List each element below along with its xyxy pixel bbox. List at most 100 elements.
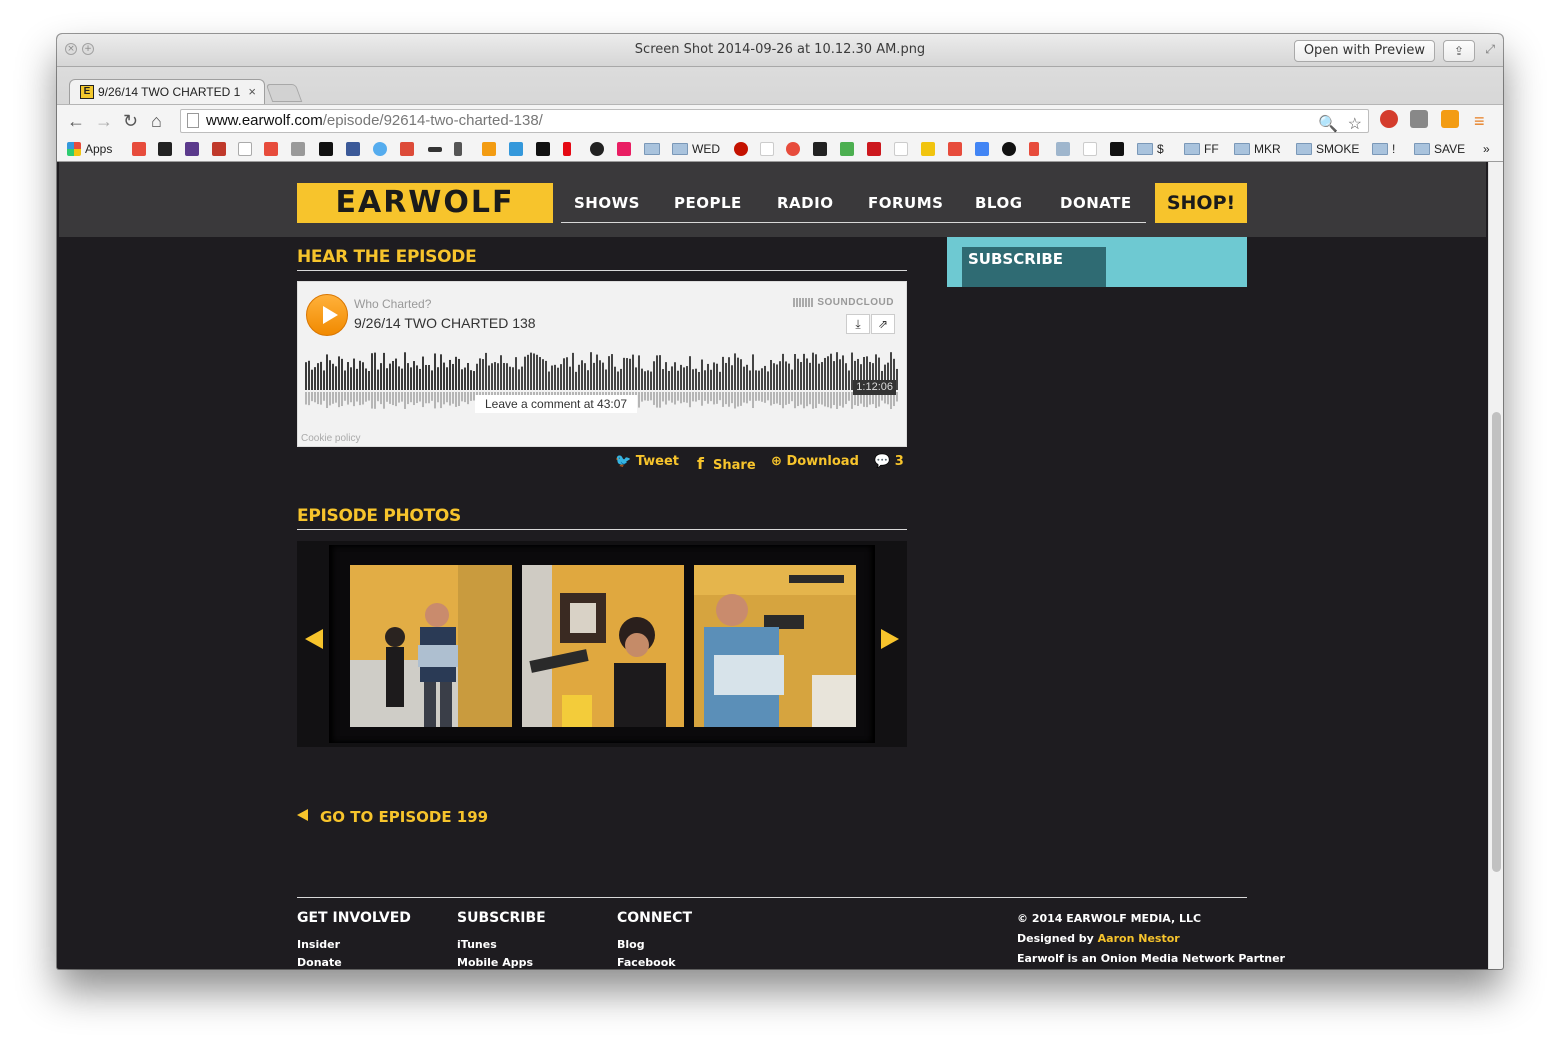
bookmark-lmgtfy[interactable] — [1083, 141, 1101, 157]
player-track[interactable]: 9/26/14 TWO CHARTED 138 — [354, 315, 536, 331]
nav-shows[interactable]: SHOWS — [574, 194, 640, 212]
back-icon[interactable]: ← — [67, 111, 85, 132]
bookmark-bang[interactable]: ! — [1372, 141, 1395, 157]
search-zoom-icon[interactable]: 🔍 — [1318, 114, 1338, 136]
gallery-next-icon[interactable] — [881, 629, 899, 649]
bookmark-sun[interactable] — [921, 141, 939, 157]
bookmark-maps[interactable] — [840, 141, 858, 157]
bookmark-netflix[interactable] — [563, 141, 575, 157]
bookmark-c[interactable] — [536, 141, 554, 157]
amazon-extension-icon[interactable] — [1441, 110, 1459, 128]
open-with-preview-button[interactable]: Open with Preview — [1293, 40, 1435, 62]
footer-link-donate[interactable]: Donate — [297, 956, 342, 969]
download-link[interactable]: ⊕ Download — [771, 454, 859, 469]
earwolf-logo[interactable]: EARWOLF — [297, 183, 553, 223]
episode-photo[interactable] — [350, 565, 512, 727]
bookmark-heart[interactable] — [617, 141, 635, 157]
home-icon[interactable]: ⌂ — [151, 111, 162, 132]
bookmark-tomato[interactable] — [786, 141, 804, 157]
adblock-extension-icon[interactable] — [1380, 110, 1398, 128]
footer-link-blog[interactable]: Blog — [617, 938, 645, 951]
bookmark-digg[interactable] — [158, 141, 176, 157]
bookmark-g-blue[interactable] — [975, 141, 993, 157]
bookmark-circle-red[interactable] — [948, 141, 966, 157]
bookmark-d[interactable] — [264, 141, 282, 157]
bookmarks-overflow[interactable]: » — [1483, 141, 1490, 157]
nav-radio[interactable]: RADIO — [777, 194, 833, 212]
bookmark-psfk[interactable] — [185, 141, 203, 157]
cookie-policy-link[interactable]: Cookie policy — [301, 433, 360, 444]
wikipedia-icon — [894, 142, 908, 156]
bookmark-save[interactable]: SAVE — [1414, 141, 1465, 157]
bookmark-facebook[interactable] — [346, 141, 364, 157]
bookmark-chair[interactable] — [454, 141, 466, 157]
comments-link[interactable]: 💬 3 — [874, 454, 904, 469]
forward-icon[interactable]: → — [95, 111, 113, 132]
play-icon[interactable] — [306, 294, 348, 336]
bookmark-t-black[interactable] — [1110, 141, 1128, 157]
subscribe-heading[interactable]: SUBSCRIBE — [962, 247, 1106, 287]
bookmark-record[interactable] — [1002, 141, 1020, 157]
bookmark-youtube[interactable] — [867, 141, 885, 157]
bookmark-eater[interactable] — [212, 141, 230, 157]
tweet-label: Tweet — [635, 454, 680, 469]
bookmark-g[interactable] — [291, 141, 309, 157]
bookmark-ff[interactable]: FF — [1184, 141, 1219, 157]
bookmark-t[interactable] — [319, 141, 337, 157]
gallery-prev-icon[interactable] — [305, 629, 323, 649]
scrollbar-thumb[interactable] — [1492, 412, 1501, 872]
bookmark-doc[interactable] — [1056, 141, 1074, 157]
bookmark-folder[interactable] — [644, 141, 664, 157]
address-bar[interactable]: www.earwolf.com/episode/92614-two-charte… — [180, 109, 1369, 133]
episode-photo[interactable] — [522, 565, 684, 727]
star-icon[interactable]: ☆ — [1348, 114, 1362, 136]
bookmark-e[interactable] — [1029, 141, 1043, 157]
footer-link-itunes[interactable]: iTunes — [457, 938, 497, 951]
new-tab-button[interactable] — [265, 84, 303, 102]
bookmark-smoke[interactable]: SMOKE — [1296, 141, 1359, 157]
bookmark-yelp[interactable] — [734, 141, 752, 157]
bookmark-up[interactable] — [482, 141, 500, 157]
download-icon[interactable]: ⤓ — [846, 314, 870, 334]
bookmark-amazon[interactable] — [760, 141, 778, 157]
bookmark-wikipedia[interactable] — [894, 141, 912, 157]
tab-close-icon[interactable]: × — [248, 80, 256, 104]
twitter-icon — [373, 142, 387, 156]
bookmark-mkr[interactable]: MKR — [1234, 141, 1281, 157]
shop-button[interactable]: SHOP! — [1155, 183, 1247, 223]
nav-people[interactable]: PEOPLE — [674, 194, 742, 212]
footer-link-mobile-apps[interactable]: Mobile Apps — [457, 956, 533, 969]
episode-photo[interactable] — [694, 565, 856, 727]
bookmark-s[interactable] — [590, 141, 608, 157]
nav-blog[interactable]: BLOG — [975, 194, 1023, 212]
pocket-extension-icon[interactable] — [1410, 110, 1428, 128]
nav-donate[interactable]: DONATE — [1060, 194, 1132, 212]
bookmark-dollar[interactable]: $ — [1137, 141, 1164, 157]
nav-forums[interactable]: FORUMS — [868, 194, 943, 212]
share-icon[interactable]: ⇪ — [1443, 40, 1475, 62]
bookmark-google[interactable] — [400, 141, 418, 157]
fullscreen-icon[interactable]: ⤢ — [1485, 42, 1495, 57]
reload-icon[interactable]: ↻ — [123, 111, 138, 132]
bookmark-twitter[interactable] — [373, 141, 391, 157]
bookmark-sb[interactable] — [813, 141, 831, 157]
bookmark-buzzfeed[interactable] — [132, 141, 150, 157]
menu-icon[interactable]: ≡ — [1474, 111, 1485, 132]
bookmark-nytimes[interactable] — [238, 141, 256, 157]
bookmark-m[interactable] — [509, 141, 527, 157]
tweet-link[interactable]: 🐦 Tweet — [615, 454, 679, 469]
page-scrollbar[interactable] — [1488, 162, 1503, 969]
footer-link-insider[interactable]: Insider — [297, 938, 340, 951]
bookmark-wed[interactable]: WED — [672, 141, 720, 157]
bookmark-apps[interactable]: Apps — [67, 141, 112, 157]
tab-episode[interactable]: E 9/26/14 TWO CHARTED 1 × — [69, 79, 265, 104]
bookmark-mustache[interactable] — [428, 141, 446, 157]
share-out-icon[interactable]: ⇗ — [871, 314, 895, 334]
comment-tooltip[interactable]: Leave a comment at 43:07 — [475, 395, 638, 413]
go-to-episode-link[interactable]: GO TO EPISODE 199 — [297, 808, 488, 826]
designer-link[interactable]: Aaron Nestor — [1098, 932, 1180, 945]
share-link[interactable]: f Share — [697, 454, 756, 473]
player-user[interactable]: Who Charted? — [354, 297, 431, 311]
footer-link-facebook[interactable]: Facebook — [617, 956, 676, 969]
soundcloud-brand[interactable]: SOUNDCLOUD — [793, 297, 894, 308]
